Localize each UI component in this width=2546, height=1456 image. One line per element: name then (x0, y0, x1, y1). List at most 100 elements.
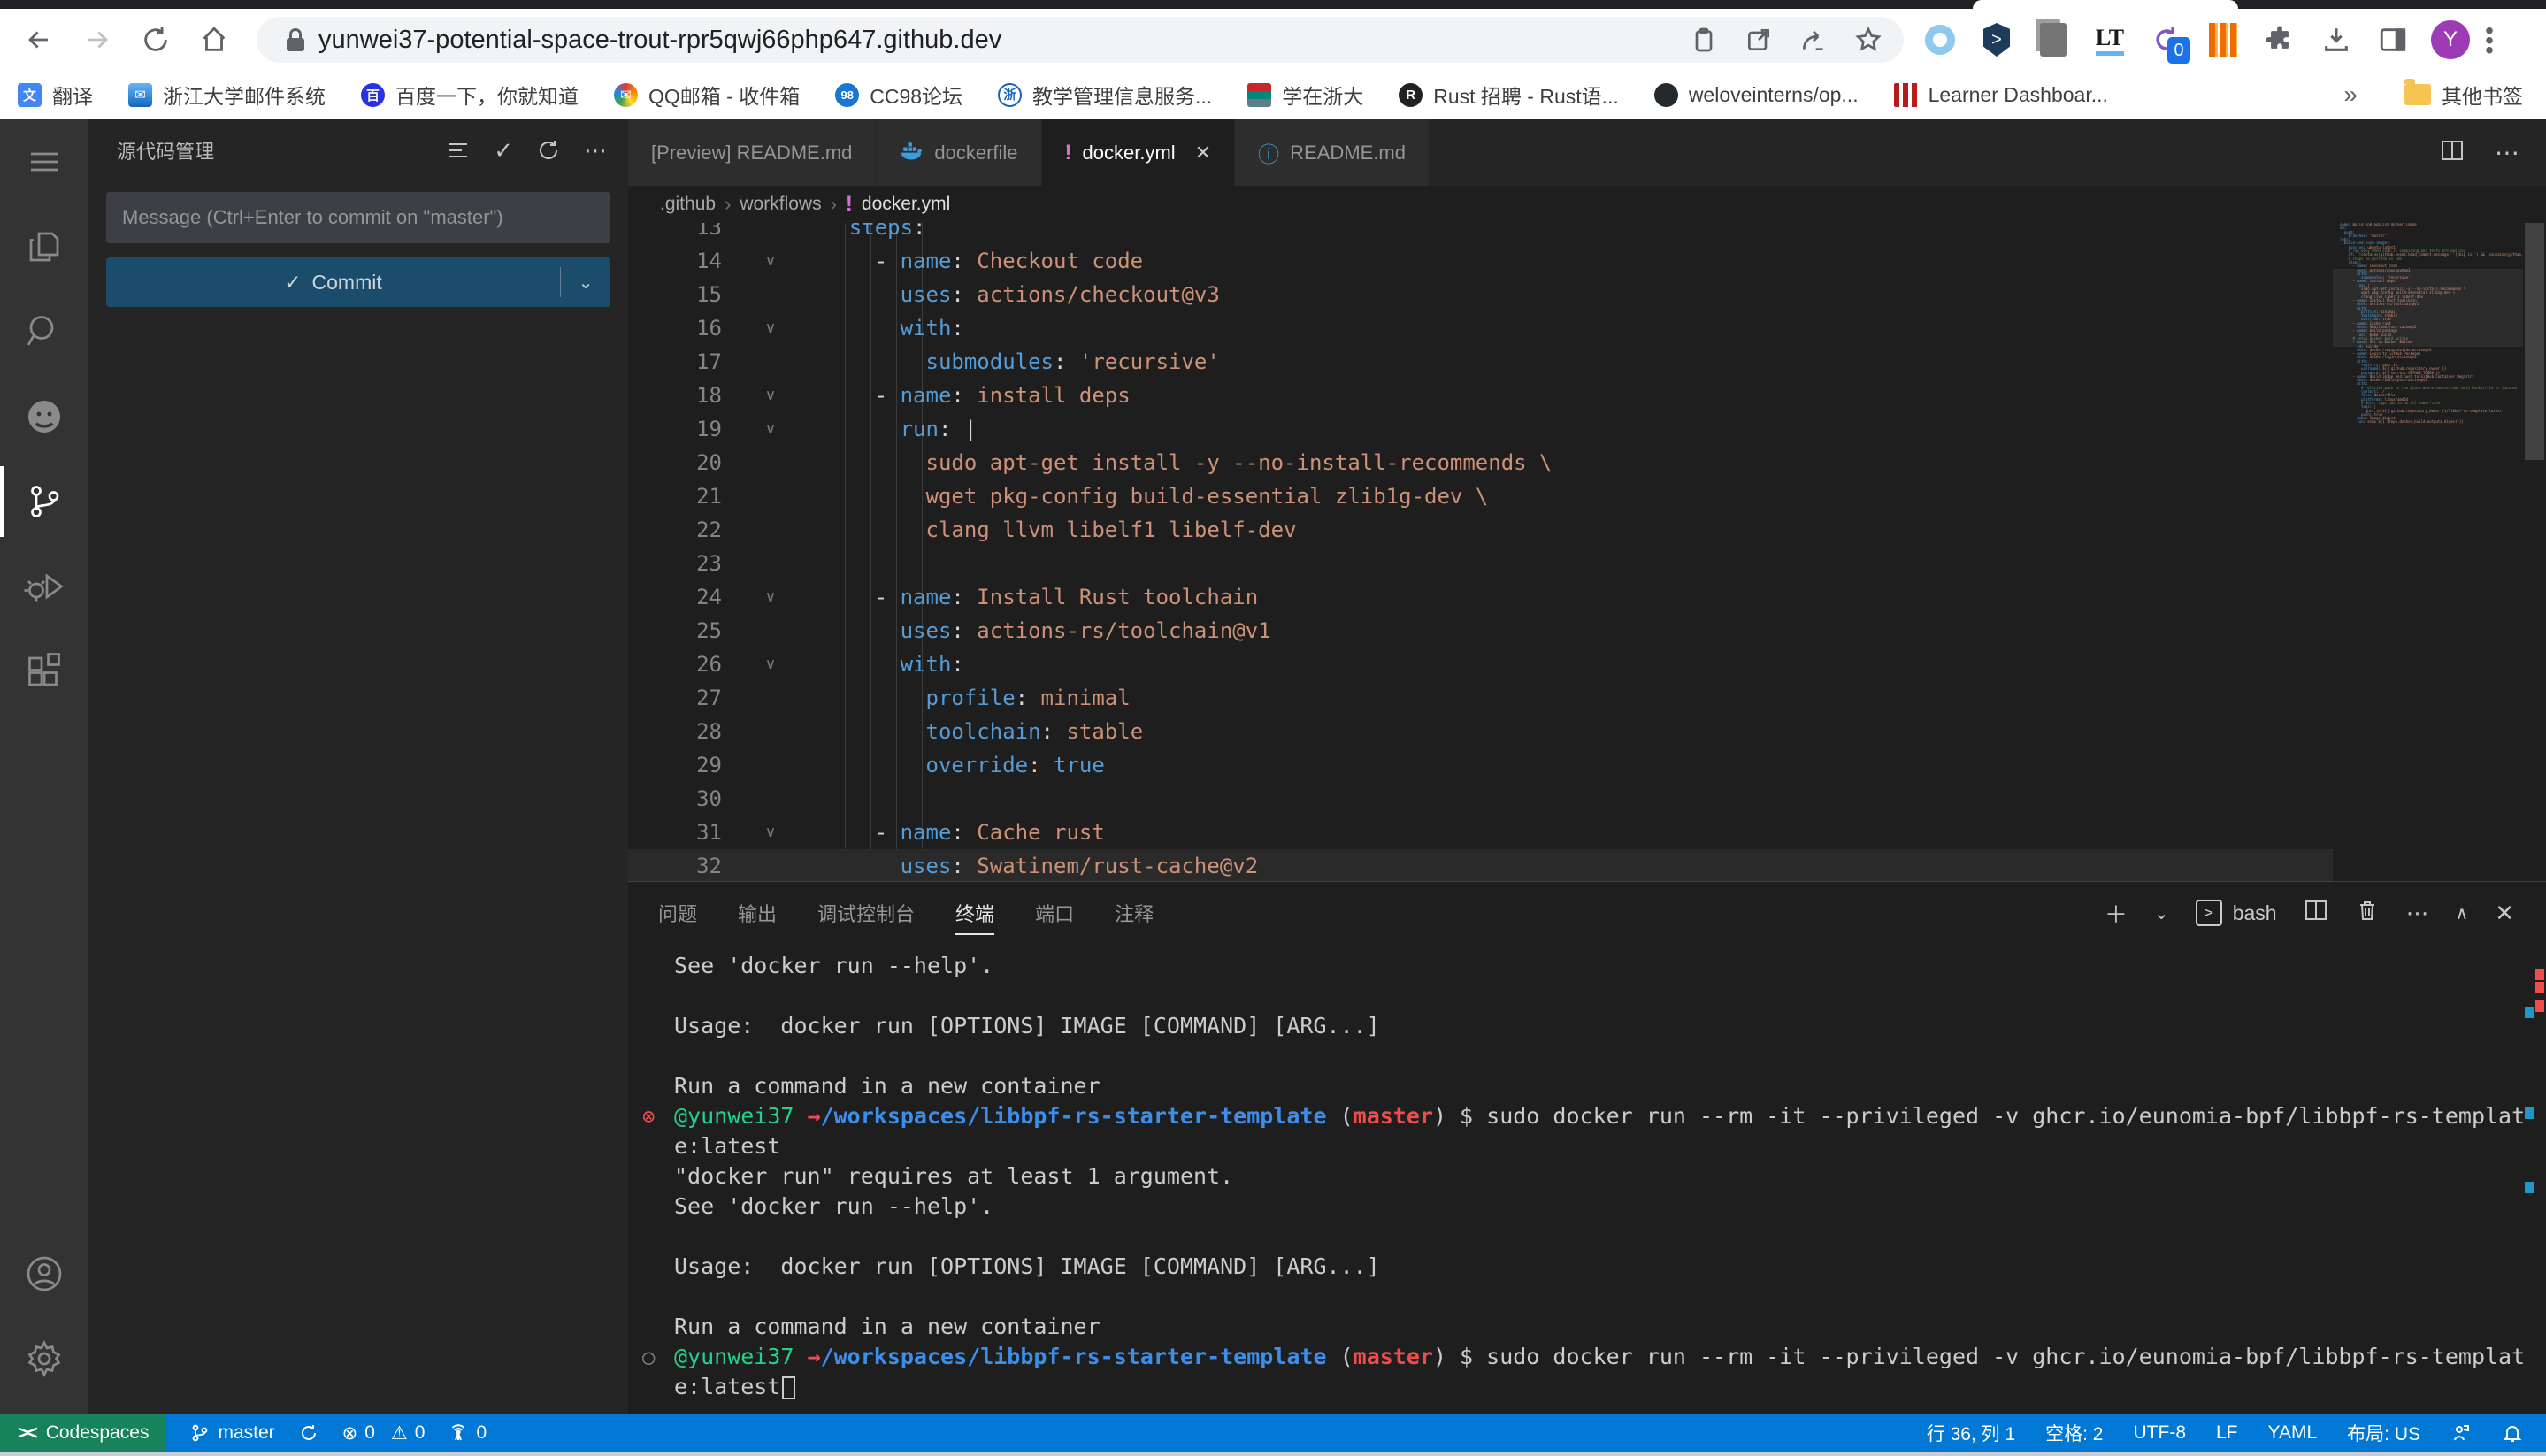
code-line[interactable]: 28 toolchain: stable (628, 715, 2333, 748)
browser-menu-icon[interactable]: ••• (2482, 26, 2496, 55)
menu-hamburger-icon[interactable] (0, 119, 88, 204)
profile-avatar[interactable]: Y (2431, 20, 2470, 59)
sidebar-item-run-debug[interactable] (0, 544, 88, 629)
fold-chevron-icon[interactable]: ∨ (743, 580, 798, 614)
bookmarks-overflow-chevron[interactable]: » (2343, 80, 2358, 109)
extensions-puzzle-icon[interactable] (2259, 19, 2300, 60)
bookmark-item[interactable]: ✉QQ邮箱 - 收件箱 (614, 80, 800, 110)
panel-tab-问题[interactable]: 问题 (658, 882, 697, 944)
commit-dropdown-icon[interactable]: ⌄ (561, 272, 610, 294)
bookmark-item[interactable]: 浙教学管理信息服务... (998, 80, 1212, 110)
sidebar-item-search[interactable] (0, 289, 88, 374)
sync-indicator[interactable] (298, 1422, 319, 1444)
sidebar-item-extensions[interactable] (0, 629, 88, 714)
minimap-slider[interactable] (2333, 269, 2523, 347)
encoding[interactable]: UTF-8 (2134, 1422, 2187, 1444)
code-line[interactable]: 32 uses: Swatinem/rust-cache@v2 (628, 849, 2333, 881)
fold-chevron-icon[interactable]: ∨ (743, 816, 798, 849)
notifications-bell-icon[interactable] (2502, 1422, 2523, 1444)
back-icon[interactable] (19, 20, 58, 59)
languagetool-icon[interactable]: LT (2090, 19, 2130, 60)
sync-extension-icon[interactable]: 0 (2146, 19, 2187, 60)
maximize-panel-icon[interactable]: ∧ (2456, 902, 2469, 924)
commit-button[interactable]: ✓Commit ⌄ (106, 257, 610, 307)
panel-tab-注释[interactable]: 注释 (1115, 882, 1154, 944)
code-line[interactable]: 24∨ - name: Install Rust toolchain (628, 580, 2333, 614)
panel-tab-终端[interactable]: 终端 (955, 882, 994, 944)
account-icon[interactable] (0, 1231, 88, 1316)
code-line[interactable]: 20 sudo apt-get install -y --no-install-… (628, 446, 2333, 479)
editor-scrollbar-slider[interactable] (2525, 223, 2544, 460)
bookmark-item[interactable]: 文翻译 (18, 80, 93, 110)
ports-indicator[interactable]: 0 (448, 1422, 487, 1444)
panel-tab-端口[interactable]: 端口 (1035, 882, 1074, 944)
share-icon[interactable] (1796, 22, 1831, 57)
open-in-new-icon[interactable] (1741, 22, 1776, 57)
keyboard-layout[interactable]: 布局: US (2347, 1420, 2420, 1446)
breadcrumb[interactable]: .github › workflows › ! docker.yml (628, 186, 2546, 223)
kill-terminal-icon[interactable] (2355, 898, 2380, 929)
extension-shield-icon[interactable]: > (1976, 19, 2017, 60)
close-panel-icon[interactable]: ✕ (2495, 900, 2514, 927)
minimap[interactable]: name: Build and publish docker imageon: … (2333, 223, 2523, 881)
sidebar-toggle-icon[interactable] (2373, 19, 2413, 60)
code-line[interactable]: 25 uses: actions-rs/toolchain@v1 (628, 614, 2333, 648)
extension-sheets-icon[interactable] (2033, 19, 2074, 60)
indentation[interactable]: 空格: 2 (2045, 1420, 2103, 1446)
bookmark-item[interactable]: 百百度一下，你就知道 (361, 80, 579, 110)
problems-indicator[interactable]: ⊗ 0 ⚠ 0 (342, 1422, 426, 1445)
fold-chevron-icon[interactable]: ∨ (743, 648, 798, 681)
new-terminal-icon[interactable]: ＋ (2105, 897, 2128, 930)
fold-chevron-icon[interactable]: ∨ (743, 311, 798, 345)
commit-check-icon[interactable]: ✓ (494, 137, 513, 165)
code-line[interactable]: 15 uses: actions/checkout@v3 (628, 278, 2333, 311)
settings-gear-icon[interactable] (0, 1316, 88, 1401)
tab-readme[interactable]: ⓘ README.md (1235, 119, 1430, 186)
forward-icon[interactable] (78, 20, 117, 59)
clipboard-icon[interactable] (1686, 22, 1722, 57)
pencils-extension-icon[interactable] (2203, 19, 2243, 60)
terminal-instance-bash[interactable]: >bash (2196, 900, 2277, 926)
code-line[interactable]: 13 steps: (628, 223, 2333, 244)
code-line[interactable]: 23 (628, 547, 2333, 580)
bookmark-item[interactable]: Learner Dashboar... (1894, 83, 2108, 107)
branch-indicator[interactable]: master (189, 1422, 274, 1444)
bookmark-item[interactable]: 98CC98论坛 (835, 80, 962, 110)
panel-tab-调试控制台[interactable]: 调试控制台 (817, 882, 915, 944)
reload-icon[interactable] (136, 20, 175, 59)
split-terminal-icon[interactable] (2304, 898, 2328, 929)
remote-indicator[interactable]: >< Codespaces (0, 1414, 166, 1452)
sidebar-item-github[interactable] (0, 374, 88, 459)
downloads-icon[interactable] (2316, 19, 2357, 60)
more-actions-icon[interactable]: ⋯ (584, 137, 607, 165)
tab-dockerfile[interactable]: dockerfile (876, 119, 1041, 186)
bookmark-item[interactable]: weloveinterns/op... (1654, 83, 1859, 107)
fold-chevron-icon[interactable]: ∨ (743, 412, 798, 446)
fold-chevron-icon[interactable]: ∨ (743, 379, 798, 412)
code-line[interactable]: 26∨ with: (628, 648, 2333, 681)
bookmark-item[interactable]: ✉浙江大学邮件系统 (128, 80, 326, 110)
code-line[interactable]: 21 wget pkg-config build-essential zlib1… (628, 479, 2333, 513)
feedback-icon[interactable] (2450, 1422, 2472, 1444)
panel-tab-输出[interactable]: 输出 (738, 882, 777, 944)
view-and-sort-icon[interactable] (446, 138, 471, 163)
code-line[interactable]: 14∨ - name: Checkout code (628, 244, 2333, 278)
bookmark-star-icon[interactable] (1851, 22, 1886, 57)
tab-docker-yml[interactable]: ! docker.yml ✕ (1042, 119, 1236, 186)
code-line[interactable]: 18∨ - name: install deps (628, 379, 2333, 412)
code-editor[interactable]: 13 steps:14∨ - name: Checkout code15 use… (628, 223, 2546, 881)
code-line[interactable]: 17 submodules: 'recursive' (628, 345, 2333, 379)
code-line[interactable]: 31∨ - name: Cache rust (628, 816, 2333, 849)
language-mode[interactable]: YAML (2268, 1422, 2318, 1444)
code-line[interactable]: 27 profile: minimal (628, 681, 2333, 715)
code-line[interactable]: 19∨ run: | (628, 412, 2333, 446)
other-bookmarks-button[interactable]: 其他书签 (2404, 80, 2523, 110)
close-tab-icon[interactable]: ✕ (1195, 142, 1211, 165)
home-icon[interactable] (195, 20, 234, 59)
sidebar-item-explorer[interactable] (0, 204, 88, 289)
code-line[interactable]: 16∨ with: (628, 311, 2333, 345)
extension-circle-icon[interactable] (1920, 19, 1960, 60)
terminal[interactable]: See 'docker run --help'.Usage: docker ru… (628, 944, 2546, 1414)
bookmark-item[interactable]: 学在浙大 (1247, 80, 1363, 110)
address-bar[interactable]: yunwei37-potential-space-trout-rpr5qwj66… (257, 17, 1904, 63)
